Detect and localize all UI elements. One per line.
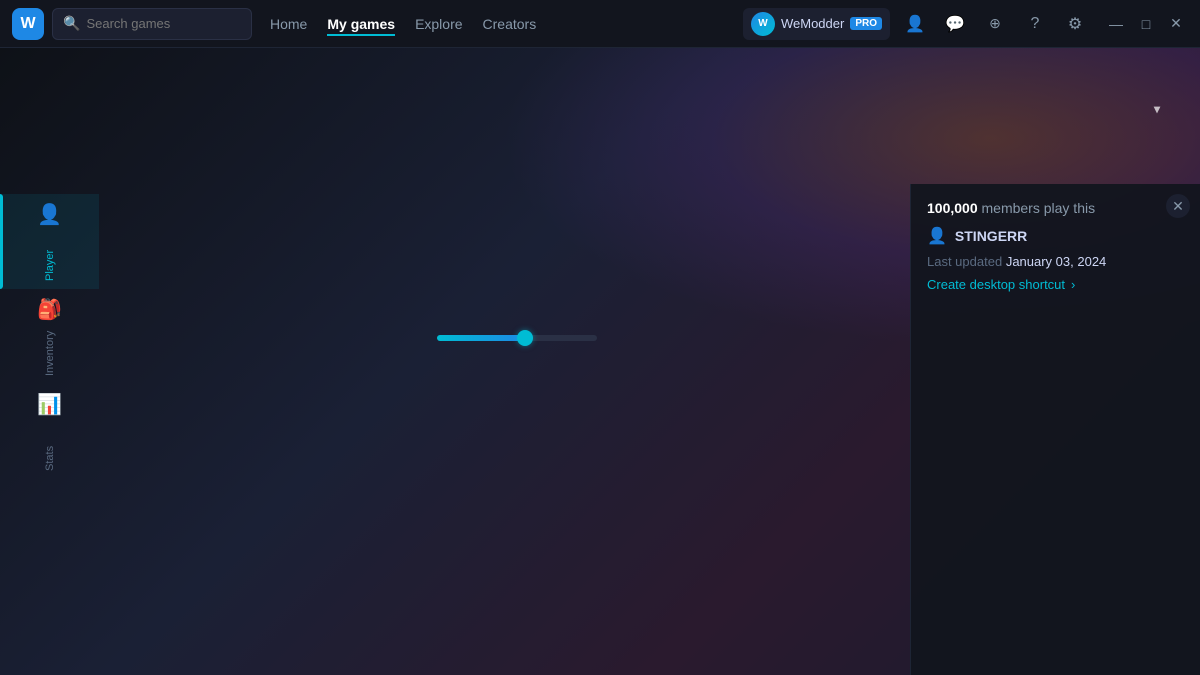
last-updated: Last updated January 03, 2024 <box>927 254 1184 269</box>
settings-icon-btn[interactable]: ⚙ <box>1060 9 1090 39</box>
sidebar-item-inventory[interactable]: 🎒 Inventory <box>0 289 99 384</box>
active-bar <box>0 194 3 289</box>
app-logo[interactable]: W <box>12 8 44 40</box>
maximize-btn[interactable]: □ <box>1134 12 1158 36</box>
nav-creators[interactable]: Creators <box>483 12 537 36</box>
player-icon: 👤 <box>37 202 62 227</box>
search-input[interactable] <box>86 16 241 31</box>
shortcut-label: Create desktop shortcut <box>927 277 1065 292</box>
nav-home[interactable]: Home <box>270 12 307 36</box>
user-name: WeModder <box>781 16 844 31</box>
stats-label: Stats <box>44 421 56 471</box>
members-text: 100,000 members play this <box>927 200 1184 216</box>
search-icon: 🔍 <box>63 15 80 32</box>
nav-my-games[interactable]: My games <box>327 12 395 36</box>
author-name: STINGERR <box>955 228 1027 244</box>
sidebar-item-stats[interactable]: 📊 Stats <box>0 384 99 479</box>
help-icon-btn[interactable]: ? <box>1020 9 1050 39</box>
inventory-icon: 🎒 <box>37 297 62 322</box>
last-updated-label: Last updated <box>927 254 1002 269</box>
info-panel: ✕ 100,000 members play this 👤 STINGERR L… <box>910 184 1200 675</box>
player-label: Player <box>44 231 56 281</box>
speed-slider-track[interactable] <box>437 335 597 341</box>
nav-right: W WeModder PRO 👤 💬 ⊕ ? ⚙ — □ ✕ <box>743 8 1188 40</box>
author-icon: 👤 <box>927 226 947 246</box>
stats-icon: 📊 <box>37 392 62 417</box>
last-updated-date: January 03, 2024 <box>1006 254 1106 269</box>
user-avatar: W <box>751 12 775 36</box>
profile-icon-btn[interactable]: 👤 <box>900 9 930 39</box>
minimize-btn[interactable]: — <box>1104 12 1128 36</box>
shortcut-chevron-icon: › <box>1071 277 1075 292</box>
pro-badge: PRO <box>850 17 882 30</box>
play-chevron-icon: ▾ <box>1154 102 1160 116</box>
user-badge[interactable]: W WeModder PRO <box>743 8 890 40</box>
members-count: 100,000 <box>927 200 978 216</box>
main-content: ⊳ My games › Blackout Protocol ☆ ⚡ Save … <box>0 48 1200 675</box>
navbar: W 🔍 Home My games Explore Creators W WeM… <box>0 0 1200 48</box>
close-btn[interactable]: ✕ <box>1164 12 1188 36</box>
search-box[interactable]: 🔍 <box>52 8 252 40</box>
sidebar-item-player[interactable]: 👤 Player <box>0 194 99 289</box>
author-row: 👤 STINGERR <box>927 226 1184 246</box>
discord-icon-btn[interactable]: ⊕ <box>980 9 1010 39</box>
members-label: members play this <box>982 200 1096 216</box>
shortcut-link[interactable]: Create desktop shortcut › <box>927 277 1184 292</box>
chat-icon-btn[interactable]: 💬 <box>940 9 970 39</box>
inventory-label: Inventory <box>44 326 56 376</box>
speed-slider-fill <box>437 335 525 341</box>
window-controls: — □ ✕ <box>1104 12 1188 36</box>
nav-explore[interactable]: Explore <box>415 12 462 36</box>
nav-links: Home My games Explore Creators <box>270 12 735 36</box>
close-info-btn[interactable]: ✕ <box>1166 194 1190 218</box>
